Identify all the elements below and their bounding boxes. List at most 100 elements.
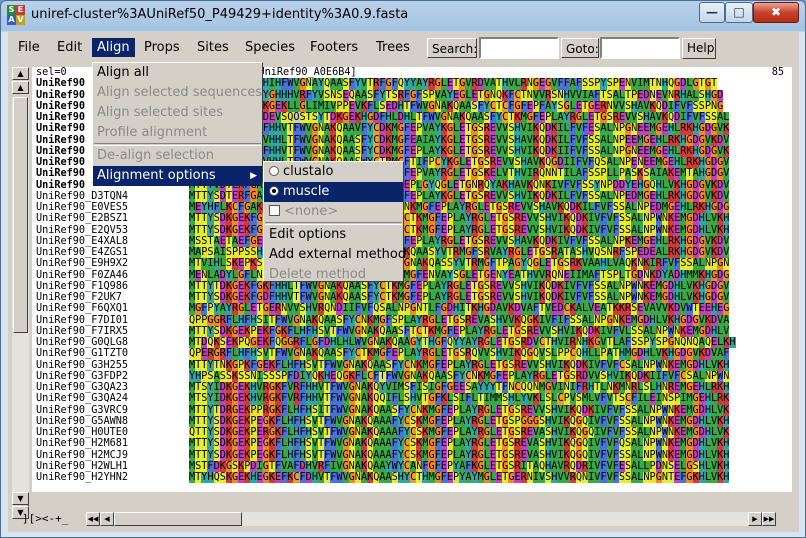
residue[interactable]: V: [723, 190, 730, 203]
alignment-option-item[interactable]: clustalo: [264, 162, 403, 182]
sequence-name[interactable]: UniRef90_F7IRX5: [32, 326, 193, 337]
sequence-name[interactable]: UniRef90_G1TZT0: [32, 348, 193, 359]
sequence-row[interactable]: MTTYSDKGEKPEGKFLHFHSVTFWVGNAKQAAAFYCSKMG…: [189, 449, 792, 461]
residue[interactable]: H: [729, 337, 736, 349]
menu-edit[interactable]: Edit: [52, 38, 87, 57]
residue[interactable]: H: [723, 449, 730, 461]
sequence-name[interactable]: UniRef90_G3FDP2: [32, 371, 193, 382]
residue[interactable]: K: [723, 427, 730, 439]
sequence-row[interactable]: VLEVSHVTHHLIDEVSQOSTSYTDKGEKHGDFHLDHLTFW…: [189, 112, 792, 124]
app-icon[interactable]: S E A V: [7, 5, 25, 25]
scroll-bottom-icon[interactable]: ▼: [12, 492, 29, 505]
residue[interactable]: F: [723, 348, 730, 360]
sequence-row[interactable]: MTTYSDKGEKFGDFHHVTFWVGNAKQAASFYCTKMGFEPL…: [189, 292, 792, 304]
menu-trees[interactable]: Trees: [371, 38, 415, 57]
sequence-name[interactable]: UniRef90_F2UK7: [32, 292, 193, 303]
residue[interactable]: N: [723, 258, 730, 270]
residue[interactable]: H: [723, 382, 730, 394]
menu-props[interactable]: Props: [139, 38, 185, 57]
horizontal-scroll-thumb[interactable]: [114, 512, 242, 526]
residue[interactable]: D: [717, 89, 724, 101]
residue[interactable]: V: [723, 235, 730, 248]
menu-species[interactable]: Species: [240, 38, 300, 57]
sequence-row[interactable]: MGFPYAYRGLETGERNVVSHVRQNDIIFVFQSALNPGNTL…: [189, 303, 792, 315]
residue[interactable]: V: [723, 168, 730, 180]
residue[interactable]: H: [723, 438, 730, 450]
sequence-name[interactable]: UniRef90_F7DI01: [32, 315, 193, 326]
sequence-name[interactable]: UniRef90_G3VRC9: [32, 405, 193, 416]
residue[interactable]: H: [723, 415, 730, 428]
residue[interactable]: H: [723, 224, 730, 236]
vertical-scrollbar[interactable]: ▲ ▲ ▼: [12, 67, 29, 508]
scroll-thumb[interactable]: [13, 97, 28, 333]
close-button[interactable]: ✖: [753, 2, 799, 23]
scroll-right-icon[interactable]: ▶: [748, 512, 762, 526]
sequence-row[interactable]: GEGIDKSEKFGDFHHVTFWVGNAKQAASFYCDKMGFEPLA…: [189, 145, 792, 158]
title-bar[interactable]: S E A V uniref-cluster%3AUniRef50_P49429…: [1, 1, 805, 31]
align-menu-item[interactable]: Align selected sites: [93, 103, 262, 123]
sequence-row[interactable]: YHPSASSKSSNISSSPFDIYQKHEQGKFLCFTFWVGNAKQ…: [189, 370, 792, 383]
sequence-name[interactable]: UniRef90_G5AWN8: [32, 416, 193, 427]
residue[interactable]: G: [723, 269, 730, 281]
sequence-row[interactable]: MTYHQSKGEKHEGKEFKCFDHVTFWVGNAKQAASHYCTHM…: [189, 472, 792, 484]
residue[interactable]: V: [723, 179, 730, 191]
align-menu-item[interactable]: Profile alignment: [93, 123, 262, 143]
sequence-name[interactable]: UniRef90_H2YHN2: [32, 472, 193, 483]
sequence-row[interactable]: MTTYSDKGEKPEGKFLHFHSVTFWVGNAKQAAAFYCSKMG…: [189, 438, 792, 450]
scroll-track[interactable]: [12, 97, 29, 495]
menu-align[interactable]: Align: [92, 38, 135, 57]
align-menu-item[interactable]: Alignment options ▶: [93, 166, 262, 186]
scroll-top-icon[interactable]: ▲: [12, 67, 29, 80]
residue[interactable]: T: [710, 78, 718, 90]
sequence-row[interactable]: NIFSKGEKFGDFHIHFWVGNAYQAASFYVTRFGFQYYAYR…: [189, 78, 792, 90]
sequence-name[interactable]: UniRef90_F0ZA46: [32, 270, 193, 281]
residue[interactable]: G: [717, 100, 724, 113]
align-menu-item[interactable]: Align all: [93, 63, 262, 83]
scroll-first-icon[interactable]: ◀◀: [86, 512, 100, 526]
navigation-controls[interactable]: ][><-+_: [22, 512, 68, 525]
sequence-row[interactable]: RTDKSIGDLGEFYGHHHVRFYVSNSEQAASFYTSRFGFSP…: [189, 89, 792, 101]
sequence-name[interactable]: UniRef90_H2WLH1: [32, 461, 193, 472]
sequence-name[interactable]: UniRef90_H0UTE0: [32, 427, 193, 438]
sequence-row[interactable]: QPERGRFLHFHSVTFWVGNAKQAASFYCTKMGFEPLAYRG…: [189, 348, 792, 360]
residue[interactable]: G: [723, 202, 730, 214]
menu-sites[interactable]: Sites: [192, 38, 234, 57]
sequence-name[interactable]: UniRef90_E4ZGS1: [32, 247, 193, 258]
sequence-row[interactable]: SGKHSEGEKFFKVHHLTFWVGNAKQAASFYCDKMGFEAIA…: [189, 134, 792, 146]
search-input[interactable]: [479, 37, 559, 59]
sequence-row[interactable]: MSTFDKGSKPDIGTFVAFDHVRFIVGNAKQAAYWYCANFG…: [189, 460, 792, 473]
residue[interactable]: H: [723, 213, 730, 225]
sequence-name[interactable]: UniRef90_E2BSZ1: [32, 213, 193, 224]
sequence-row[interactable]: QTTYSDKGEKPERGKFLHFHSVTFWVGNAKQAAAFYCSKM…: [189, 427, 792, 439]
sequence-name[interactable]: UniRef90_G3H255: [32, 360, 193, 371]
sequence-name[interactable]: UniRef90_H2M681: [32, 438, 193, 449]
residue[interactable]: K: [723, 393, 730, 405]
sequence-row[interactable]: MTTYSDKGEKPEGKFLHFHSVTFWVGNAKQAAAFYCSKMG…: [189, 415, 792, 428]
residue[interactable]: H: [723, 359, 730, 371]
checkbox-icon[interactable]: [269, 205, 280, 216]
alignment-option-item[interactable]: Add external method: [264, 245, 406, 265]
sequence-row[interactable]: GAYIDKGEKFKVFHHVTFWVGNAKQAAVFYCDKMGFEPVA…: [189, 123, 792, 135]
scroll-up-icon[interactable]: ▲: [12, 81, 29, 94]
align-menu-item[interactable]: Align selected sequences: [93, 83, 262, 103]
alignment-option-item[interactable]: Edit options: [264, 225, 403, 245]
sequence-name[interactable]: UniRef90_F1Q986: [32, 281, 193, 292]
residue[interactable]: K: [723, 123, 730, 135]
sequence-row[interactable]: MTSYIDKGEKHVRGKFVRFHHVTFWVGNAKQQIFLSHVTG…: [189, 393, 792, 405]
residue[interactable]: V: [723, 292, 730, 304]
horizontal-scrollbar[interactable]: ◀◀ ◀ ▶ ▶▶: [86, 512, 776, 526]
residue[interactable]: K: [723, 404, 730, 416]
residue[interactable]: H: [723, 472, 730, 484]
scroll-left-icon[interactable]: ◀: [100, 512, 114, 526]
alignment-option-item[interactable]: <none>: [264, 202, 403, 222]
sequence-name[interactable]: UniRef90_E2QV53: [32, 225, 193, 236]
sequence-name[interactable]: UniRef90_E9H9X2: [32, 258, 193, 269]
sequence-name[interactable]: UniRef90_E0VES5: [32, 202, 193, 213]
sequence-name[interactable]: UniRef90_G3QA23: [32, 382, 193, 393]
minimize-button[interactable]: —: [699, 2, 725, 23]
sequence-row[interactable]: MTSYIDKGEKHVRGKFVRFHHVTFWVGNAKQYVIMSFISI…: [189, 382, 792, 394]
sequence-name[interactable]: UniRef90_H2MCJ9: [32, 450, 193, 461]
residue[interactable]: V: [723, 247, 730, 259]
menu-file[interactable]: File: [13, 38, 45, 57]
alignment-option-item[interactable]: Delete method: [264, 265, 403, 285]
